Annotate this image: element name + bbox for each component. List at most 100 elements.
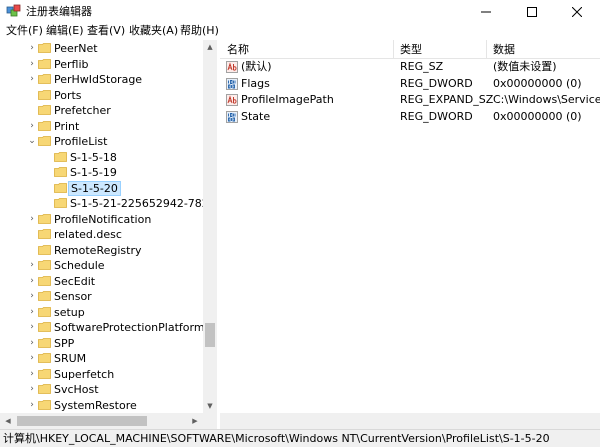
expand-chevron-icon[interactable]: › xyxy=(28,384,36,394)
column-header-data[interactable]: 数据 xyxy=(493,43,515,56)
folder-icon xyxy=(38,260,51,270)
expand-chevron-icon[interactable]: › xyxy=(28,291,36,301)
tree-item-label: Ports xyxy=(54,88,82,102)
tree-item-label: Perflib xyxy=(54,57,89,71)
tree-item[interactable]: ⌄ ProfileList xyxy=(0,134,205,149)
expand-chevron-icon[interactable]: › xyxy=(28,369,36,379)
folder-icon xyxy=(38,120,51,131)
tree-item-label: Schedule xyxy=(54,259,105,272)
tree-item[interactable]: › SystemRestore xyxy=(0,398,205,413)
tree-item[interactable]: Ports xyxy=(0,88,205,103)
tree-vertical-scrollbar[interactable]: ▲ ▼ xyxy=(203,40,217,413)
value-data: C:\Windows\ServiceProfi xyxy=(493,93,600,106)
menu-help[interactable]: 帮助(H) xyxy=(180,24,219,38)
tree-item-label: SRUM xyxy=(54,352,87,365)
expand-chevron-icon[interactable]: › xyxy=(28,121,36,131)
value-name: State xyxy=(241,109,271,123)
tree-item[interactable]: › Perflib xyxy=(0,57,205,72)
scroll-down-icon[interactable]: ▼ xyxy=(203,399,217,413)
status-bar: 计算机\HKEY_LOCAL_MACHINE\SOFTWARE\Microsof… xyxy=(0,429,600,447)
tree-item[interactable]: › SecEdit xyxy=(0,274,205,289)
folder-icon xyxy=(38,213,51,224)
tree-item[interactable]: S-1-5-19 xyxy=(0,165,205,180)
tree-item[interactable]: › SRUM xyxy=(0,351,205,366)
tree-item-label: S-1-5-21-225652942-78273342 xyxy=(70,197,216,210)
tree-item[interactable]: › PerHwIdStorage xyxy=(0,72,205,87)
tree-item[interactable]: › PeerNet xyxy=(0,41,205,56)
tree-item-label: SoftwareProtectionPlatform xyxy=(54,321,205,334)
folder-icon xyxy=(38,43,51,53)
binary-value-icon xyxy=(226,110,238,123)
tree-item[interactable]: › SvcHost xyxy=(0,382,205,397)
value-row[interactable]: ProfileImagePath REG_EXPAND_SZ C:\Windows\… xyxy=(220,92,600,108)
column-separator[interactable] xyxy=(486,40,487,59)
tree-item[interactable]: RemoteRegistry xyxy=(0,243,205,258)
tree-item[interactable]: › SoftwareProtectionPlatform xyxy=(0,320,205,335)
folder-icon xyxy=(38,58,51,69)
menu-view[interactable]: 查看(V) xyxy=(87,24,125,38)
value-row[interactable]: Flags REG_DWORD 0x00000000 (0) xyxy=(220,76,600,92)
tree-item[interactable]: related.desc xyxy=(0,227,205,242)
value-data: 0x00000000 (0) xyxy=(493,76,582,90)
key-tree[interactable]: › PeerNet › Perflib › PerHwIdStorage Ports Pref… xyxy=(0,40,217,429)
minimize-button[interactable] xyxy=(463,0,509,23)
expand-chevron-icon[interactable]: › xyxy=(28,338,36,348)
value-data: (数值未设置) xyxy=(493,60,557,73)
expand-chevron-icon[interactable]: › xyxy=(28,260,36,270)
menu-edit[interactable]: 编辑(E) xyxy=(46,24,84,38)
scroll-right-icon[interactable]: ▶ xyxy=(188,414,202,428)
column-header-type[interactable]: 类型 xyxy=(400,43,422,56)
maximize-button[interactable] xyxy=(509,0,555,23)
expand-chevron-icon[interactable]: › xyxy=(28,214,36,224)
tree-item-label: PeerNet xyxy=(54,42,98,55)
tree-item-label: S-1-5-19 xyxy=(70,166,117,179)
values-horizontal-scrollbar[interactable] xyxy=(220,413,600,429)
column-header-name[interactable]: 名称 xyxy=(227,43,249,56)
tree-item[interactable]: › Schedule xyxy=(0,258,205,273)
close-icon xyxy=(572,6,582,17)
tree-item-label: SvcHost xyxy=(54,383,99,396)
folder-icon xyxy=(38,337,51,348)
expand-chevron-icon[interactable]: › xyxy=(28,400,36,410)
expand-chevron-icon[interactable]: › xyxy=(28,43,36,53)
tree-horizontal-scrollbar[interactable]: ◀ ▶ xyxy=(0,413,203,429)
tree-item[interactable]: › Superfetch xyxy=(0,367,205,382)
menu-favorites[interactable]: 收藏夹(A) xyxy=(129,24,178,38)
tree-item[interactable]: › SPP xyxy=(0,336,205,351)
collapse-chevron-icon[interactable]: ⌄ xyxy=(28,136,36,146)
folder-icon xyxy=(38,136,51,146)
value-row[interactable]: State REG_DWORD 0x00000000 (0) xyxy=(220,109,600,125)
tree-item[interactable]: S-1-5-20 xyxy=(0,180,205,196)
scroll-up-icon[interactable]: ▲ xyxy=(203,40,217,54)
scroll-left-icon[interactable]: ◀ xyxy=(1,414,15,428)
expand-chevron-icon[interactable]: › xyxy=(28,59,36,69)
folder-icon xyxy=(38,368,51,379)
menu-file[interactable]: 文件(F) xyxy=(6,24,43,38)
expand-chevron-icon[interactable]: › xyxy=(28,322,36,332)
tree-item[interactable]: › ProfileNotification xyxy=(0,212,205,227)
tree-item[interactable]: › Sensor xyxy=(0,289,205,304)
tree-item-label: S-1-5-20 xyxy=(68,180,121,196)
expand-chevron-icon[interactable]: › xyxy=(28,307,36,317)
tree-item[interactable]: S-1-5-18 xyxy=(0,150,205,165)
tree-item-label: ProfileList xyxy=(54,135,108,148)
column-separator[interactable] xyxy=(393,40,394,59)
folder-icon xyxy=(38,89,51,100)
values-list[interactable]: 名称 类型 数据 (默认) REG_SZ (数值未设置) Flags REG_DWORD… xyxy=(220,40,600,429)
folder-icon xyxy=(38,244,51,255)
value-row[interactable]: (默认) REG_SZ (数值未设置) xyxy=(220,59,600,75)
scroll-thumb-horizontal[interactable] xyxy=(17,416,147,426)
value-type: REG_DWORD xyxy=(400,109,473,123)
expand-chevron-icon[interactable]: › xyxy=(28,276,36,286)
folder-icon xyxy=(38,275,51,286)
tree-item[interactable]: S-1-5-21-225652942-78273342 xyxy=(0,196,216,211)
tree-item[interactable]: › Print xyxy=(0,119,205,134)
tree-item[interactable]: Prefetcher xyxy=(0,103,205,118)
close-button[interactable] xyxy=(554,0,600,23)
expand-chevron-icon[interactable]: › xyxy=(28,74,36,84)
tree-item[interactable]: › setup xyxy=(0,305,205,320)
menu-bar: 文件(F) 编辑(E) 查看(V) 收藏夹(A) 帮助(H) xyxy=(0,23,600,40)
expand-chevron-icon[interactable]: › xyxy=(28,353,36,363)
scroll-thumb[interactable] xyxy=(205,323,215,347)
value-name: Flags xyxy=(241,76,270,90)
